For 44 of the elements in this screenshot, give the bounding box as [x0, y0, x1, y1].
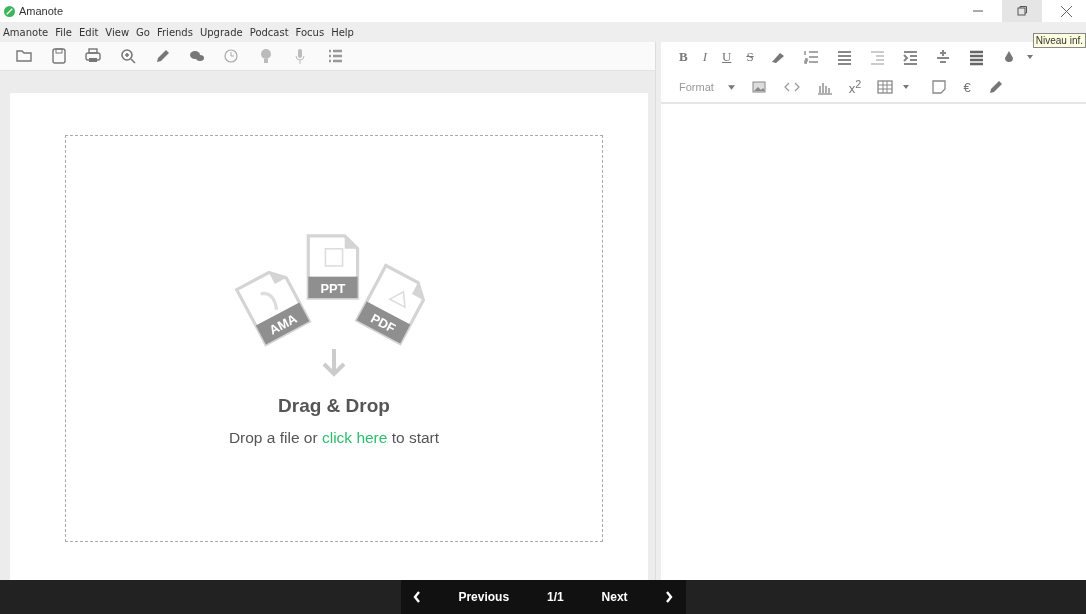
tooltip: Niveau inf. — [1032, 33, 1086, 48]
close-icon[interactable] — [1060, 5, 1072, 17]
file-icon — [354, 262, 426, 346]
app-logo-icon — [4, 5, 15, 17]
zoom-icon[interactable] — [118, 47, 137, 65]
menu-item[interactable]: View — [105, 26, 130, 38]
page-indicator: 1/1 — [547, 590, 564, 604]
menu-item[interactable]: Edit — [79, 26, 99, 38]
superscript-button[interactable]: x$^{2}$ — [848, 77, 862, 97]
file-type-label: PPT — [320, 280, 346, 296]
italic-button[interactable]: I — [702, 49, 707, 65]
menu-item[interactable]: Upgrade — [199, 26, 243, 38]
drop-heading: Drag & Drop — [278, 394, 390, 417]
next-button[interactable]: Next — [601, 590, 628, 604]
menu-item[interactable]: File — [55, 26, 72, 38]
printer-icon[interactable] — [84, 47, 102, 65]
window-title: Amanote — [19, 5, 64, 17]
menu-item[interactable]: Go — [136, 26, 150, 38]
strikethrough-button[interactable]: S — [746, 49, 754, 65]
note-icon[interactable] — [930, 78, 949, 96]
folder-icon[interactable] — [15, 47, 33, 65]
drop-instructions: Drop a file or click here to start — [228, 428, 440, 447]
menu-item[interactable]: Friends — [156, 26, 193, 38]
underline-button[interactable]: U — [722, 49, 732, 65]
previous-button[interactable]: Previous — [458, 590, 510, 604]
file-type-label: AMA — [266, 310, 300, 338]
menu-item[interactable]: Amanote — [3, 26, 49, 38]
menu-item[interactable]: Focus — [295, 26, 325, 38]
file-type-label: PDF — [368, 310, 398, 336]
currency-button[interactable]: € — [963, 79, 971, 95]
indent-icon[interactable] — [900, 48, 919, 66]
numbered-list-icon[interactable] — [801, 48, 820, 66]
menu-item[interactable]: Help — [331, 26, 354, 38]
menu-item[interactable]: Podcast — [249, 26, 289, 38]
restore-button[interactable] — [1002, 0, 1042, 22]
restore-icon — [1017, 6, 1027, 16]
bold-button[interactable]: B — [679, 49, 688, 65]
down-arrow-icon — [322, 348, 346, 377]
clock-icon[interactable] — [222, 47, 240, 65]
save-icon[interactable] — [49, 47, 68, 65]
image-icon[interactable] — [749, 78, 768, 96]
caret-icon — [727, 84, 735, 90]
table-icon[interactable] — [876, 78, 895, 96]
drop-zone[interactable]: AMA PPT PDF Drag & Drop Drop a file or click here to start — [65, 135, 603, 542]
